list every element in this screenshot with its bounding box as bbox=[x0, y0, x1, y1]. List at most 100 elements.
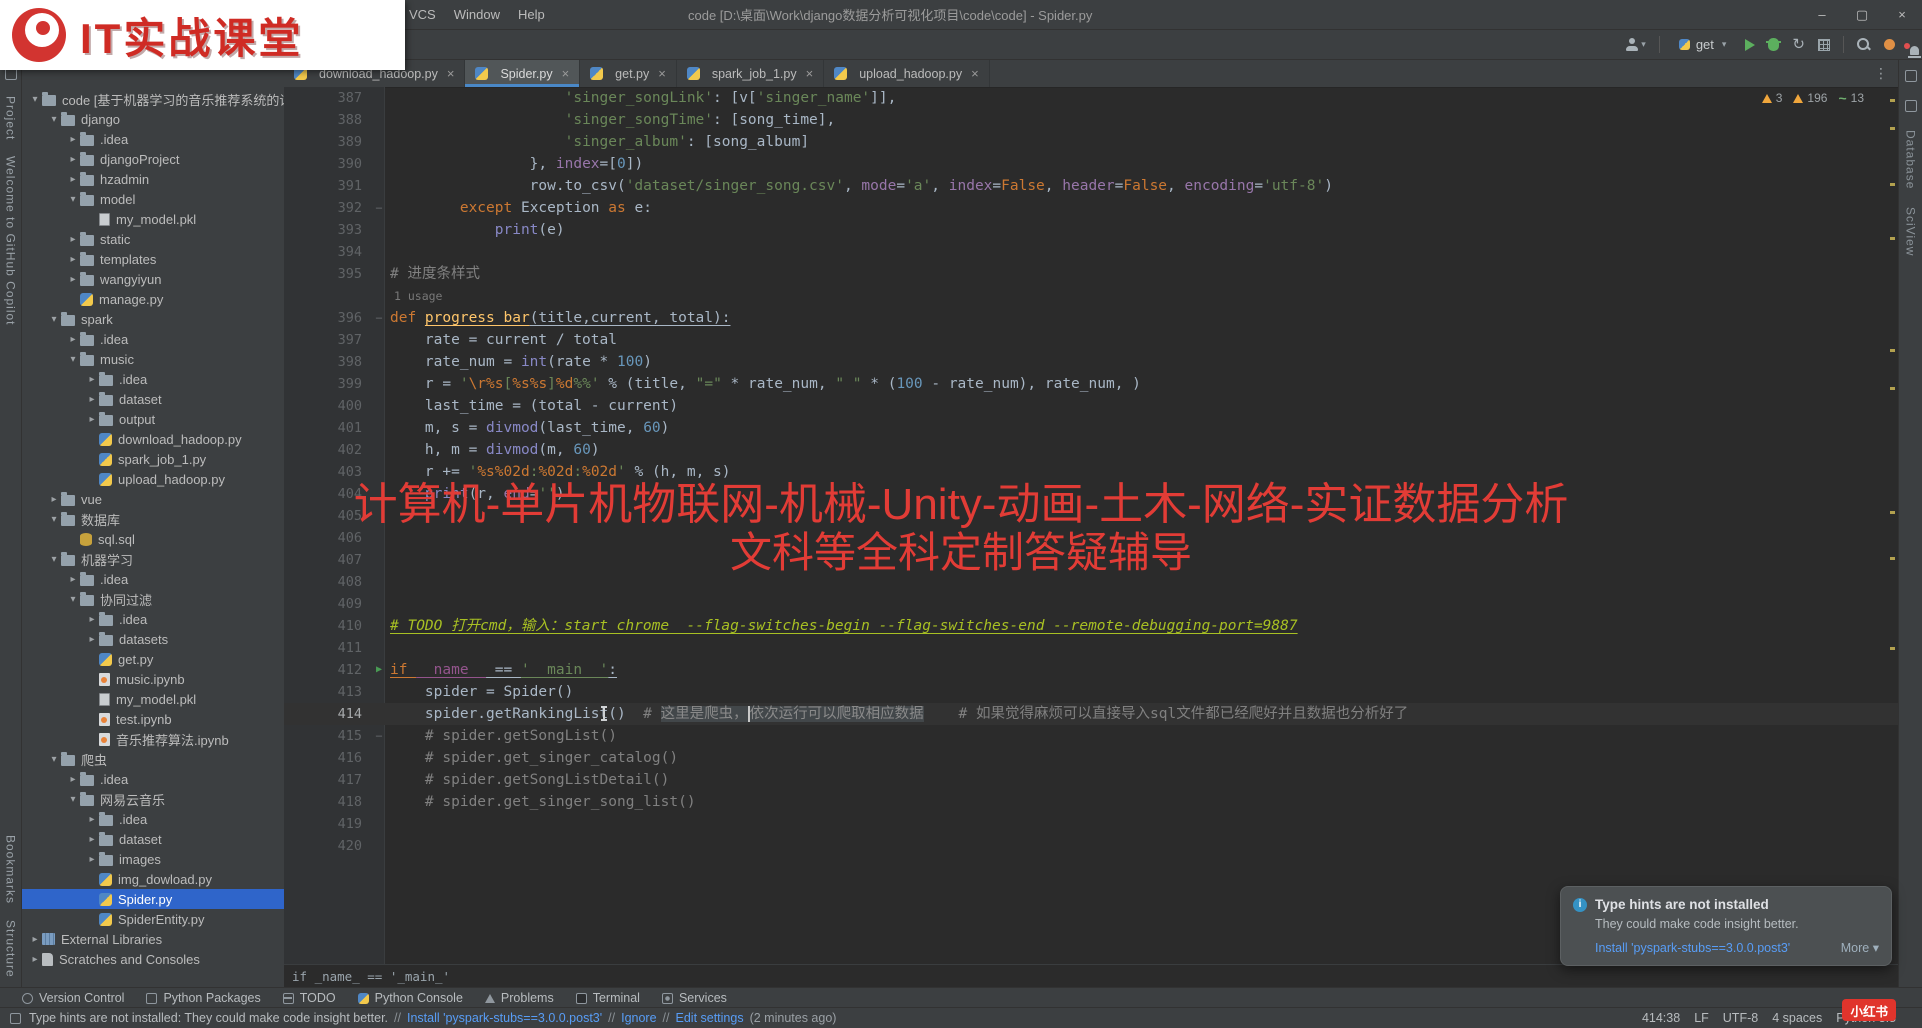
tree-item-爬虫[interactable]: ▾ 爬虫 bbox=[22, 749, 284, 769]
tree-item-.idea[interactable]: ▸ .idea bbox=[22, 569, 284, 589]
tree-item-dataset[interactable]: ▸ dataset bbox=[22, 389, 284, 409]
tree-item-wangyiyun[interactable]: ▸ wangyiyun bbox=[22, 269, 284, 289]
close-button[interactable]: × bbox=[1882, 0, 1922, 29]
fold-icon[interactable]: − bbox=[368, 307, 390, 329]
inspection-warning[interactable]: 196 bbox=[1793, 91, 1827, 105]
fold-icon[interactable]: − bbox=[368, 197, 390, 219]
tool-button-structure[interactable]: Structure bbox=[4, 920, 18, 978]
tree-item-static[interactable]: ▸ static bbox=[22, 229, 284, 249]
tree-item-download_hadoop.py[interactable]: download_hadoop.py bbox=[22, 429, 284, 449]
code-line-412[interactable]: 412 ▶ if __name__ == '__main__': bbox=[284, 659, 1898, 681]
tool-button-project[interactable]: Project bbox=[4, 96, 18, 140]
tab-close-icon[interactable]: × bbox=[806, 66, 814, 81]
tree-item-Spider.py[interactable]: Spider.py bbox=[22, 889, 284, 909]
tree-item-django[interactable]: ▾ django bbox=[22, 109, 284, 129]
tree-item-.idea[interactable]: ▸ .idea bbox=[22, 369, 284, 389]
run-config-selector[interactable]: get ▾ bbox=[1673, 35, 1733, 54]
status-link-3[interactable]: Edit settings bbox=[676, 1011, 744, 1025]
tab-close-icon[interactable]: × bbox=[658, 66, 666, 81]
code-line-413[interactable]: 413 spider = Spider() bbox=[284, 681, 1898, 703]
tree-item-datasets[interactable]: ▸ datasets bbox=[22, 629, 284, 649]
tree-item-djangoProject[interactable]: ▸ djangoProject bbox=[22, 149, 284, 169]
tool-button-copilot[interactable]: Welcome to GitHub Copilot bbox=[4, 156, 18, 326]
right-stripe-icon[interactable] bbox=[1904, 100, 1917, 112]
debug-button[interactable] bbox=[1766, 38, 1782, 51]
tree-item-SpiderEntity.py[interactable]: SpiderEntity.py bbox=[22, 909, 284, 929]
code-line-415[interactable]: 415− # spider.getSongList() bbox=[284, 725, 1898, 747]
status-grid-icon[interactable] bbox=[10, 1012, 21, 1024]
tree-item-.idea[interactable]: ▸ .idea bbox=[22, 329, 284, 349]
line-ending[interactable]: LF bbox=[1694, 1011, 1709, 1025]
tree-item-.idea[interactable]: ▸ .idea bbox=[22, 809, 284, 829]
menu-item-vcs[interactable]: VCS bbox=[400, 7, 445, 22]
tool-button-bookmarks[interactable]: Bookmarks bbox=[4, 835, 18, 904]
record-icon[interactable] bbox=[1884, 39, 1895, 50]
indent-setting[interactable]: 4 spaces bbox=[1772, 1011, 1822, 1025]
tree-item-数据库[interactable]: ▾ 数据库 bbox=[22, 509, 284, 529]
profile-button[interactable]: ▾ bbox=[1625, 38, 1646, 51]
tab-Spider.py[interactable]: Spider.py × bbox=[465, 60, 581, 87]
tree-item-output[interactable]: ▸ output bbox=[22, 409, 284, 429]
tab-get.py[interactable]: get.py × bbox=[580, 60, 677, 87]
tree-item-sql.sql[interactable]: sql.sql bbox=[22, 529, 284, 549]
rerun-icon[interactable]: ↻ bbox=[1792, 37, 1805, 52]
code-line-393[interactable]: 393 print(e) bbox=[284, 219, 1898, 241]
code-line-398[interactable]: 398 rate_num = int(rate * 100) bbox=[284, 351, 1898, 373]
menu-item-window[interactable]: Window bbox=[445, 7, 509, 22]
fold-icon[interactable]: − bbox=[368, 725, 390, 747]
file-encoding[interactable]: UTF-8 bbox=[1723, 1011, 1758, 1025]
tree-item-images[interactable]: ▸ images bbox=[22, 849, 284, 869]
run-line-icon[interactable]: ▶ bbox=[368, 659, 390, 681]
code-line-394[interactable]: 394 bbox=[284, 241, 1898, 263]
code-line-389[interactable]: 389 'singer_album': [song_album] bbox=[284, 131, 1898, 153]
usages-hint[interactable]: 1 usage bbox=[390, 289, 442, 303]
tree-item-协同过滤[interactable]: ▾ 协同过滤 bbox=[22, 589, 284, 609]
code-line-399[interactable]: 399 r = '\r%s[%s%s]%d%%' % (title, "=" *… bbox=[284, 373, 1898, 395]
tree-item-get.py[interactable]: get.py bbox=[22, 649, 284, 669]
menu-item-help[interactable]: Help bbox=[509, 7, 554, 22]
code-line-396[interactable]: 396− def progress_bar(title,current, tota… bbox=[284, 307, 1898, 329]
tool-window-button-version-control[interactable]: Version Control bbox=[14, 988, 132, 1008]
code-line-417[interactable]: 417 # spider.getSongListDetail() bbox=[284, 769, 1898, 791]
install-stubs-link[interactable]: Install 'pyspark-stubs==3.0.0.post3' bbox=[1595, 941, 1790, 955]
tree-item-my_model.pkl[interactable]: my_model.pkl bbox=[22, 209, 284, 229]
status-link-2[interactable]: Ignore bbox=[621, 1011, 656, 1025]
code-line-416[interactable]: 416 # spider.get_singer_catalog() bbox=[284, 747, 1898, 769]
right-stripe-icon[interactable] bbox=[1904, 70, 1917, 82]
tree-item-网易云音乐[interactable]: ▾ 网易云音乐 bbox=[22, 789, 284, 809]
code-line-420[interactable]: 420 bbox=[284, 835, 1898, 857]
tree-item-model[interactable]: ▾ model bbox=[22, 189, 284, 209]
tree-item-spark_job_1.py[interactable]: spark_job_1.py bbox=[22, 449, 284, 469]
code-line-397[interactable]: 397 rate = current / total bbox=[284, 329, 1898, 351]
code-line-404[interactable]: 404 print(r, end='') bbox=[284, 483, 1898, 505]
tree-item-img_dowload.py[interactable]: img_dowload.py bbox=[22, 869, 284, 889]
code-line-418[interactable]: 418 # spider.get_singer_song_list() bbox=[284, 791, 1898, 813]
code-line-391[interactable]: 391 row.to_csv('dataset/singer_song.csv'… bbox=[284, 175, 1898, 197]
tree-item-code [基于机器学习的音乐推荐系统的设[interactable]: ▾ code [基于机器学习的音乐推荐系统的设 bbox=[22, 89, 284, 109]
tool-window-button-services[interactable]: Services bbox=[654, 988, 735, 1008]
tree-item-dataset[interactable]: ▸ dataset bbox=[22, 829, 284, 849]
code-line-405[interactable]: 405 bbox=[284, 505, 1898, 527]
code-line-390[interactable]: 390 }, index=[0]) bbox=[284, 153, 1898, 175]
code-line-403[interactable]: 403 r += '%s%02d:%02d:%02d' % (h, m, s) bbox=[284, 461, 1898, 483]
breadcrumb[interactable]: if _name_ == '_main_' bbox=[284, 964, 1898, 988]
tree-item-manage.py[interactable]: manage.py bbox=[22, 289, 284, 309]
run-button[interactable] bbox=[1745, 38, 1756, 51]
code-line-402[interactable]: 402 h, m = divmod(m, 60) bbox=[284, 439, 1898, 461]
code-line-409[interactable]: 409 bbox=[284, 593, 1898, 615]
tree-item-hzadmin[interactable]: ▸ hzadmin bbox=[22, 169, 284, 189]
code-line-411[interactable]: 411 bbox=[284, 637, 1898, 659]
tab-options-icon[interactable]: ⋮ bbox=[1874, 60, 1898, 87]
status-link-1[interactable]: Install 'pyspark-stubs==3.0.0.post3' bbox=[407, 1011, 602, 1025]
search-everywhere-icon[interactable] bbox=[1857, 37, 1871, 52]
inspections-widget[interactable]: 3 196 ~13 bbox=[1761, 91, 1864, 105]
inspection-warning[interactable]: 3 bbox=[1761, 91, 1782, 105]
tab-close-icon[interactable]: × bbox=[562, 66, 570, 81]
caret-position[interactable]: 414:38 bbox=[1642, 1011, 1680, 1025]
tab-upload_hadoop.py[interactable]: upload_hadoop.py × bbox=[824, 60, 990, 87]
tree-item-Scratches and Consoles[interactable]: ▸ Scratches and Consoles bbox=[22, 949, 284, 969]
code-line-395[interactable]: 395 # 进度条样式 bbox=[284, 263, 1898, 285]
tree-item-音乐推荐算法.ipynb[interactable]: 音乐推荐算法.ipynb bbox=[22, 729, 284, 749]
code-line-401[interactable]: 401 m, s = divmod(last_time, 60) bbox=[284, 417, 1898, 439]
code-editor[interactable]: 387 'singer_songLink': [v['singer_name']… bbox=[284, 87, 1898, 965]
